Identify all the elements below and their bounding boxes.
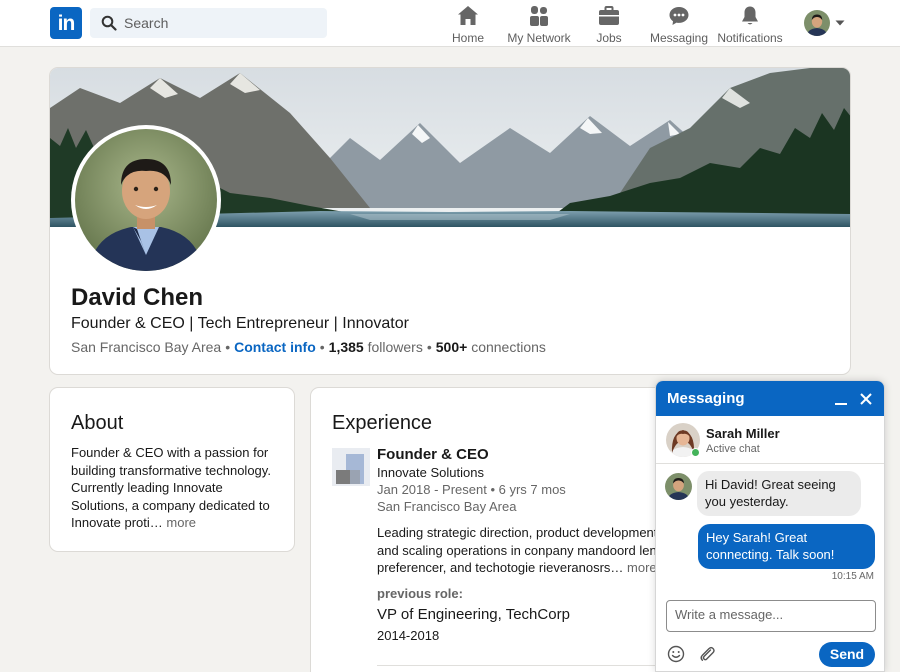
- chat-contact[interactable]: Sarah Miller Active chat: [656, 416, 884, 464]
- connections-label[interactable]: connections: [471, 339, 546, 355]
- profile-avatar[interactable]: [71, 125, 221, 275]
- linkedin-logo[interactable]: in: [50, 7, 82, 39]
- company-logo[interactable]: [332, 448, 370, 486]
- contact-status: Active chat: [706, 443, 760, 455]
- followers-count: 1,385: [328, 339, 364, 355]
- nav-messaging[interactable]: Messaging: [649, 4, 709, 45]
- emoji-icon[interactable]: [667, 645, 685, 663]
- attachment-icon[interactable]: [698, 645, 716, 663]
- nav-home-label: Home: [451, 31, 484, 45]
- profile-meta: San Francisco Bay Area • Contact info • 1,38…: [71, 339, 546, 355]
- about-more-link[interactable]: more: [166, 515, 196, 530]
- nav-my-network-label: My Network: [507, 31, 571, 45]
- nav-home[interactable]: Home: [448, 4, 488, 45]
- experience-more-link[interactable]: more: [627, 560, 657, 575]
- network-icon: [530, 6, 548, 26]
- chevron-down-icon[interactable]: [834, 17, 846, 29]
- message-timestamp: 10:15 AM: [831, 571, 874, 582]
- sender-avatar[interactable]: [665, 473, 692, 500]
- message-bubble-outgoing: Hey Sarah! Great connecting. Talk soon!: [698, 524, 875, 569]
- experience-description: Leading strategic direction, product dev…: [377, 525, 667, 575]
- experience-job-title[interactable]: Founder & CEO: [377, 446, 489, 463]
- messaging-window: Messaging Sarah Miller Active chat Hi Da…: [655, 380, 885, 672]
- search-icon: [101, 15, 117, 31]
- home-icon: [458, 6, 478, 25]
- experience-dates: Jan 2018 - Present • 6 yrs 7 mos: [377, 482, 566, 497]
- messaging-title: Messaging: [667, 390, 745, 407]
- search-input[interactable]: Search: [124, 15, 168, 31]
- messaging-icon: [669, 7, 689, 25]
- briefcase-icon: [599, 6, 619, 25]
- nav-messaging-label: Messaging: [649, 31, 709, 45]
- experience-title: Experience: [332, 412, 433, 434]
- nav-jobs-label: Jobs: [596, 31, 622, 45]
- nav-notifications[interactable]: Notifications: [715, 4, 785, 45]
- connections-count: 500+: [435, 339, 468, 355]
- experience-card: Experience Founder & CEO Innovate Soluti…: [310, 387, 710, 672]
- me-avatar[interactable]: [804, 10, 830, 36]
- about-card: About Founder & CEO with a passion for b…: [49, 387, 295, 552]
- experience-company[interactable]: Innovate Solutions: [377, 465, 484, 480]
- profile-card: David Chen Founder & CEO | Tech Entrepre…: [49, 67, 851, 375]
- messaging-header[interactable]: Messaging: [656, 381, 884, 416]
- nav-notifications-label: Notifications: [717, 31, 783, 45]
- bell-icon: [742, 6, 758, 25]
- profile-location: San Francisco Bay Area: [71, 339, 222, 355]
- previous-role-title[interactable]: VP of Engineering, TechCorp: [377, 606, 570, 623]
- message-bubble-incoming: Hi David! Great seeing you yesterday.: [697, 471, 861, 516]
- experience-location: San Francisco Bay Area: [377, 499, 517, 514]
- previous-role-label: previous role:: [377, 586, 463, 601]
- profile-name: David Chen: [71, 284, 204, 311]
- contact-name[interactable]: Sarah Miller: [706, 426, 780, 441]
- search-box[interactable]: Search: [90, 8, 327, 38]
- nav-my-network[interactable]: My Network: [505, 4, 573, 45]
- profile-headline: Founder & CEO | Tech Entrepreneur | Inno…: [71, 315, 409, 332]
- top-navbar: in Search Home My Network Jobs Messaging…: [0, 0, 900, 47]
- previous-role-years: 2014-2018: [377, 628, 440, 643]
- followers-label[interactable]: followers: [368, 339, 423, 355]
- nav-jobs[interactable]: Jobs: [592, 4, 626, 45]
- close-icon[interactable]: [859, 392, 873, 406]
- contact-info-link[interactable]: Contact info: [234, 339, 316, 355]
- divider: [377, 665, 677, 666]
- send-button[interactable]: Send: [819, 642, 875, 667]
- minimize-icon[interactable]: [834, 392, 848, 406]
- message-input[interactable]: Write a message...: [666, 600, 876, 632]
- about-title: About: [71, 412, 124, 434]
- online-status-dot: [691, 448, 700, 457]
- about-text: Founder & CEO with a passion for buildin…: [71, 445, 271, 530]
